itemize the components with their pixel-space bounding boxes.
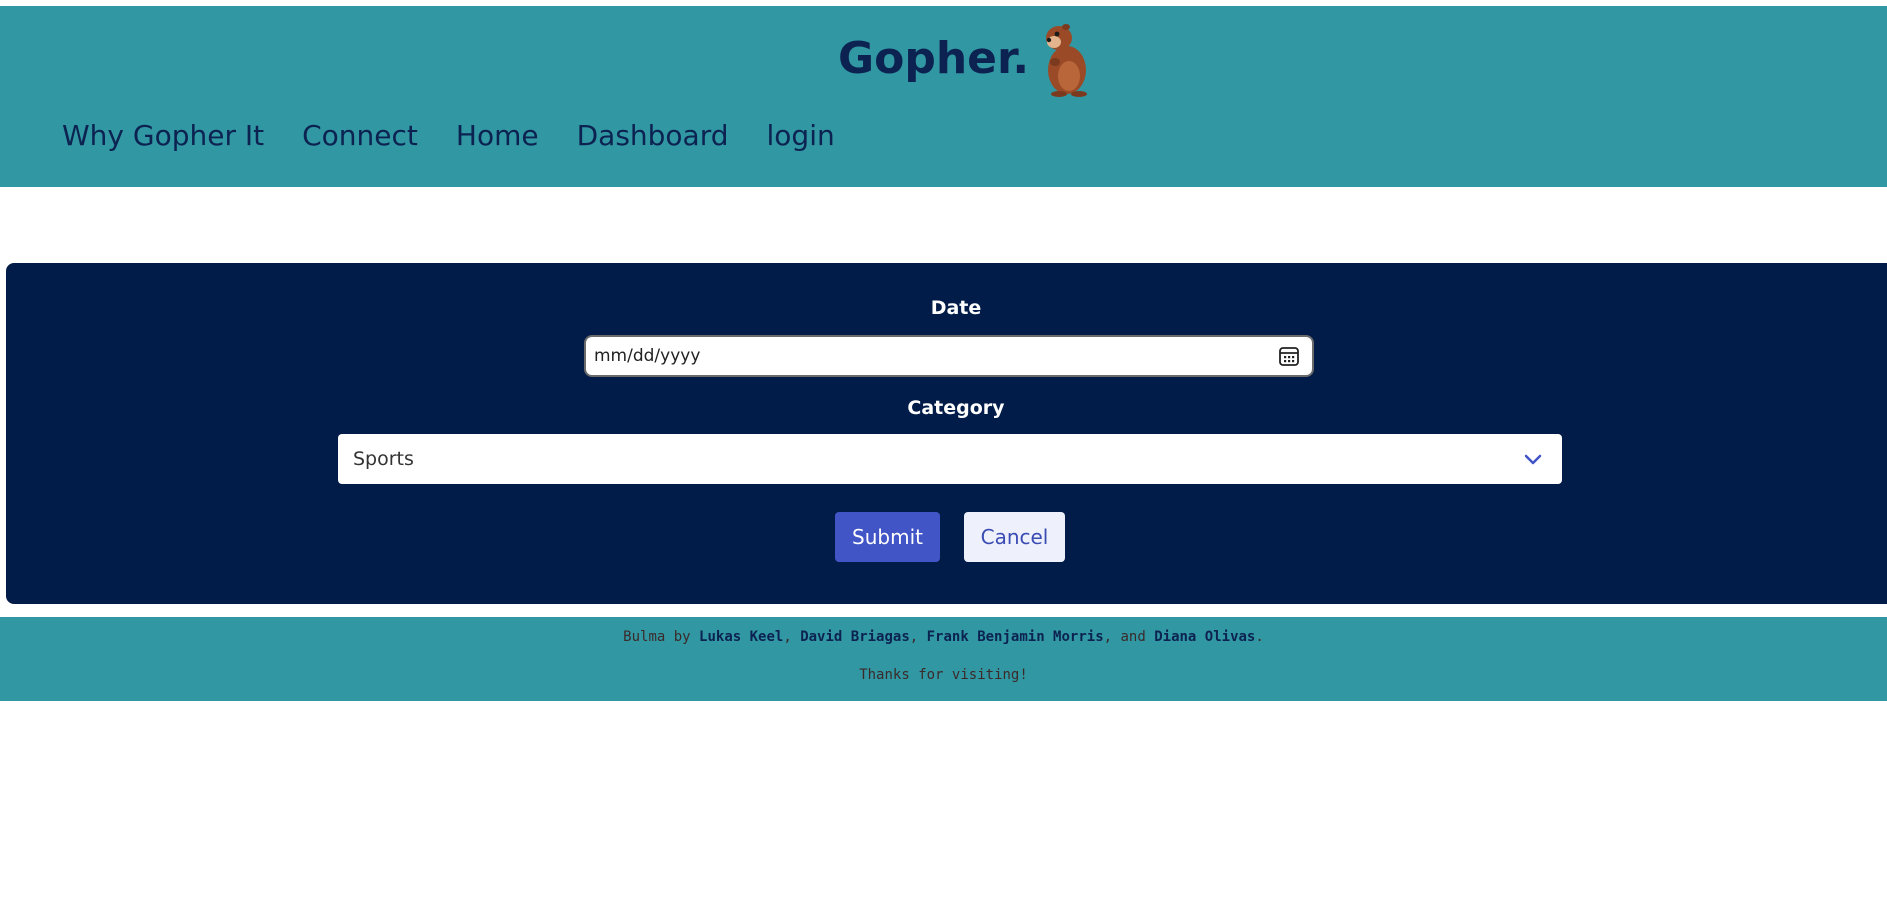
footer-separator: , and	[1103, 629, 1155, 645]
main-nav: Why Gopher It Connect Home Dashboard log…	[62, 116, 873, 156]
cancel-button[interactable]: Cancel	[964, 512, 1065, 562]
date-input[interactable]: mm/dd/yyyy	[584, 335, 1314, 377]
date-label: Date	[930, 297, 982, 319]
footer-author-link[interactable]: Lukas Keel	[699, 629, 783, 645]
site-footer: Bulma by Lukas Keel, David Briagas, Fran…	[0, 617, 1887, 701]
nav-item-dashboard[interactable]: Dashboard	[577, 116, 729, 156]
site-header: Gopher. Why Gopher It Connect Home Dashb…	[0, 6, 1887, 187]
nav-item-why-gopher-it[interactable]: Why Gopher It	[62, 116, 264, 156]
calendar-icon[interactable]	[1278, 345, 1300, 367]
category-selected-value: Sports	[353, 448, 414, 470]
footer-thanks: Thanks for visiting!	[859, 667, 1028, 683]
nav-item-connect[interactable]: Connect	[302, 116, 418, 156]
footer-suffix: .	[1255, 629, 1264, 645]
footer-separator: ,	[909, 629, 927, 645]
footer-separator: ,	[783, 629, 801, 645]
chevron-down-icon	[1524, 454, 1542, 465]
category-select[interactable]: Sports	[338, 434, 1562, 484]
submit-button[interactable]: Submit	[835, 512, 940, 562]
footer-author-link[interactable]: David Briagas	[800, 629, 910, 645]
footer-prefix: Bulma by	[623, 629, 700, 645]
form-panel: Date mm/dd/yyyy Category Sports Submit C…	[6, 263, 1887, 604]
footer-credits: Bulma by Lukas Keel, David Briagas, Fran…	[0, 629, 1887, 645]
nav-item-login[interactable]: login	[767, 116, 835, 156]
brand-name: Gopher.	[838, 32, 1030, 84]
gopher-logo-icon	[1046, 24, 1088, 97]
footer-author-link[interactable]: Frank Benjamin Morris	[927, 629, 1104, 645]
footer-author-link[interactable]: Diana Olivas	[1154, 629, 1255, 645]
date-placeholder: mm/dd/yyyy	[594, 346, 701, 366]
nav-item-home[interactable]: Home	[456, 116, 539, 156]
brand[interactable]: Gopher.	[838, 16, 1095, 100]
category-label: Category	[907, 397, 1005, 419]
